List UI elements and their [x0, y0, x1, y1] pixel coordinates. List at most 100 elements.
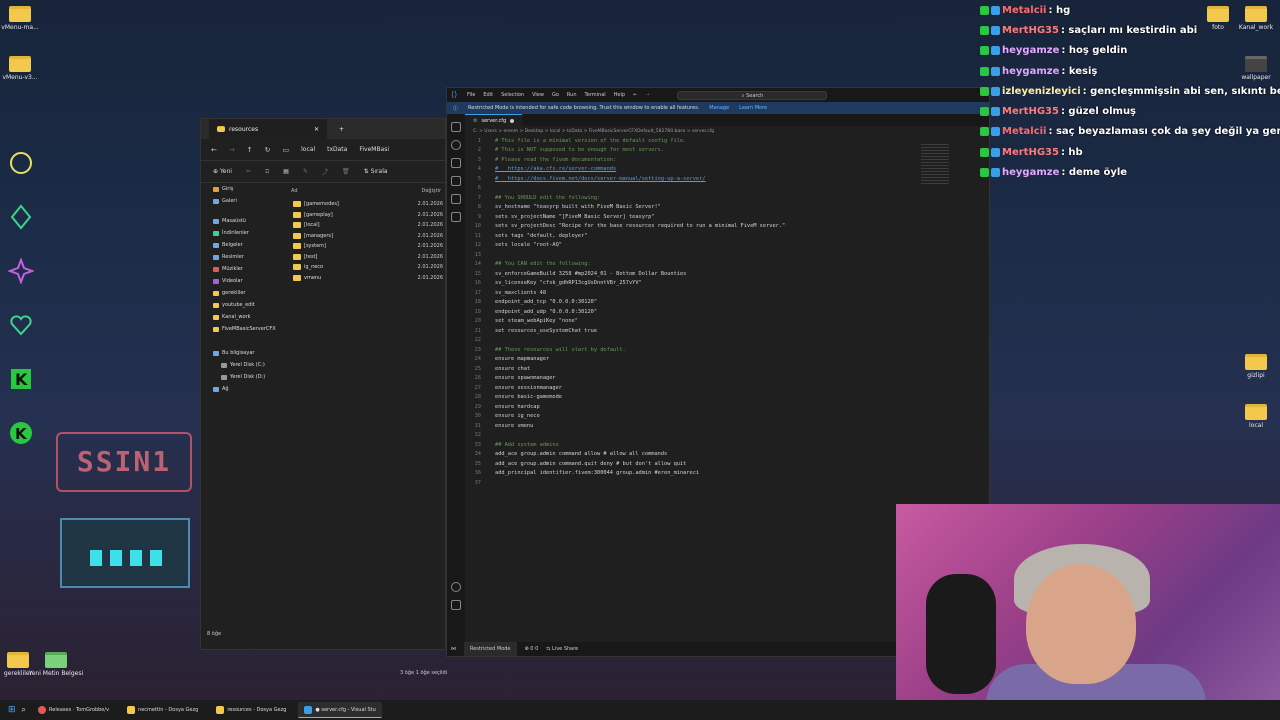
file-row[interactable]: [local] 2.01.2026	[287, 220, 445, 231]
file-row[interactable]: vmenu 2.01.2026	[287, 273, 445, 284]
tab-server-cfg[interactable]: ⚙ server.cfg	[465, 114, 523, 126]
code-line[interactable]: 7 ## You SHOULD edit the following:	[465, 193, 989, 203]
minimap[interactable]	[921, 144, 949, 184]
chat-username[interactable]: Metalcii	[1002, 5, 1046, 16]
code-line[interactable]: 14 ## You CAN edit the following:	[465, 260, 989, 270]
new-button[interactable]: ⊕ Yeni	[213, 168, 232, 175]
share-icon[interactable]: ⤴	[322, 167, 328, 176]
code-line[interactable]: 19 endpoint_add_udp "0.0.0.0:30120"	[465, 307, 989, 317]
sidebar-item-downloads[interactable]: İndirilenler	[201, 227, 285, 239]
sidebar-item-gerekliler[interactable]: gerekliler	[201, 287, 285, 299]
breadcrumb-txdata[interactable]: txData	[327, 146, 347, 153]
live-share-status[interactable]: ⇆ Live Share	[546, 646, 578, 652]
remote-icon[interactable]: ⋈	[451, 646, 456, 652]
code-line[interactable]: 17 sv_maxclients 48	[465, 288, 989, 298]
code-line[interactable]: 9 sets sv_projectName "[FiveM Basic Serve…	[465, 212, 989, 222]
menu-view[interactable]: View	[532, 92, 544, 98]
menu-edit[interactable]: Edit	[483, 92, 493, 98]
code-line[interactable]: 32	[465, 431, 989, 441]
code-line[interactable]: 33 ## Add system admins	[465, 440, 989, 450]
close-icon[interactable]: ✕	[314, 126, 319, 133]
file-row[interactable]: [gameplay] 2.01.2026	[287, 210, 445, 221]
code-line[interactable]: 12 sets locale "root-AQ"	[465, 241, 989, 251]
sidebar-item-this-pc[interactable]: Bu bilgisayar	[201, 347, 285, 359]
code-line[interactable]: 30 ensure ig_neco	[465, 412, 989, 422]
menu-run[interactable]: Run	[567, 92, 577, 98]
windows-start-icon[interactable]: ⊞	[8, 705, 16, 715]
back-arrow-icon[interactable]: ←	[633, 92, 637, 98]
delete-icon[interactable]: 🗑	[342, 168, 350, 175]
explorer-icon[interactable]	[451, 122, 461, 132]
up-arrow-icon[interactable]: ↑	[247, 146, 253, 154]
code-line[interactable]: 36 add_principal identifier.fivem:300044 …	[465, 469, 989, 479]
chat-username[interactable]: heygamze	[1002, 45, 1059, 56]
file-row[interactable]: [system] 2.01.2026	[287, 241, 445, 252]
desktop-icon-vmenu-ma[interactable]: vMenu-ma...	[0, 6, 50, 31]
sidebar-item-desktop[interactable]: Masaüstü	[201, 215, 285, 227]
chat-username[interactable]: MertHG35	[1002, 106, 1059, 117]
taskbar-item-browser[interactable]: Releases · TomGrobbe/v	[32, 702, 115, 718]
unsaved-dot-icon[interactable]	[510, 118, 515, 123]
desktop-icon-text-document[interactable]: Yeni Metin Belgesi	[26, 652, 86, 677]
code-line[interactable]: 21 set resources_useSystemChat true	[465, 326, 989, 336]
code-line[interactable]: 31 ensure vmenu	[465, 421, 989, 431]
code-line[interactable]: 24 ensure mapmanager	[465, 355, 989, 365]
column-date[interactable]: Değiştir	[422, 188, 442, 194]
sort-button[interactable]: ⇅ Sırala	[364, 168, 388, 175]
rename-icon[interactable]: ✎	[303, 168, 308, 175]
taskbar-item-explorer-necmettin[interactable]: necmettin - Dosya Gezg	[121, 702, 204, 718]
forward-arrow-icon[interactable]: →	[645, 92, 649, 98]
forward-arrow-icon[interactable]: →	[229, 146, 235, 154]
sidebar-item-videos[interactable]: Videolar	[201, 275, 285, 287]
chat-username[interactable]: heygamze	[1002, 167, 1059, 178]
learn-more-link[interactable]: Learn More	[739, 105, 767, 111]
paste-icon[interactable]: ▤	[283, 168, 289, 175]
code-line[interactable]: 34 add_ace group.admin command allow # al…	[465, 450, 989, 460]
remote-explorer-icon[interactable]	[451, 212, 461, 222]
extensions-icon[interactable]	[451, 194, 461, 204]
sidebar-item-pictures[interactable]: Resimler	[201, 251, 285, 263]
cut-icon[interactable]: ✂	[246, 168, 251, 175]
sidebar-item-music[interactable]: Müzikler	[201, 263, 285, 275]
code-line[interactable]: 26 ensure spawnmanager	[465, 374, 989, 384]
code-line[interactable]: 2 # This is NOT supposed to be enough for…	[465, 146, 989, 156]
code-line[interactable]: 27 ensure sessionmanager	[465, 383, 989, 393]
code-line[interactable]: 25 ensure chat	[465, 364, 989, 374]
code-line[interactable]: 3 # Please read the fivem documentation:	[465, 155, 989, 165]
file-row[interactable]: [managers] 2.01.2026	[287, 231, 445, 242]
code-line[interactable]: 5 # https://docs.fivem.net/docs/server-ma…	[465, 174, 989, 184]
code-line[interactable]: 15 sv_enforceGameBuild 3258 #mp2024_01 - …	[465, 269, 989, 279]
desktop-icon-vmenu-v3[interactable]: vMenu-v3...	[0, 56, 50, 81]
refresh-icon[interactable]: ↻	[265, 146, 271, 154]
sidebar-item-disk-c[interactable]: Yerel Disk (C:)	[201, 359, 285, 371]
menu-selection[interactable]: Selection	[501, 92, 524, 98]
code-line[interactable]: 35 add_ace group.admin command.quit deny …	[465, 459, 989, 469]
chat-username[interactable]: MertHG35	[1002, 147, 1059, 158]
code-line[interactable]: 13	[465, 250, 989, 260]
menu-go[interactable]: Go	[552, 92, 559, 98]
code-line[interactable]: 8 sv_hostname "teasyrp built with FiveM B…	[465, 203, 989, 213]
chat-username[interactable]: Metalcii	[1002, 126, 1046, 137]
code-line[interactable]: 29 ensure hardcap	[465, 402, 989, 412]
sidebar-item-documents[interactable]: Belgeler	[201, 239, 285, 251]
taskbar-item-explorer-resources[interactable]: resources - Dosya Gezg	[210, 702, 292, 718]
breadcrumb-fivembasic[interactable]: FiveMBasi	[359, 146, 389, 153]
code-editor[interactable]: 1 # This file is a minimal version of the…	[465, 136, 989, 488]
editor-breadcrumb[interactable]: C: > Users > erenm > Desktop > local > t…	[465, 126, 989, 136]
sidebar-item-disk-d[interactable]: Yerel Disk (D:)	[201, 371, 285, 383]
new-tab-icon[interactable]: +	[339, 126, 344, 133]
sidebar-item-kanal-work[interactable]: Kanal_work	[201, 311, 285, 323]
gear-icon[interactable]	[451, 600, 461, 610]
desktop-icon-local[interactable]: local	[1226, 404, 1280, 429]
code-line[interactable]: 6	[465, 184, 989, 194]
source-control-icon[interactable]	[451, 158, 461, 168]
manage-link[interactable]: Manage	[709, 105, 729, 111]
command-search-input[interactable]: ⌕ Search	[677, 90, 828, 100]
column-name[interactable]: Ad	[291, 188, 298, 194]
chat-username[interactable]: izleyenizleyici	[1002, 86, 1081, 97]
code-line[interactable]: 16 sv_licenseKey "cfxk_gdhRP13cgUsDnntVBr…	[465, 279, 989, 289]
restricted-mode-status[interactable]: Restricted Mode	[464, 642, 517, 656]
sidebar-item-gallery[interactable]: Galeri	[201, 195, 285, 207]
code-line[interactable]: 20 set steam_webApiKey "none"	[465, 317, 989, 327]
menu-terminal[interactable]: Terminal	[585, 92, 606, 98]
